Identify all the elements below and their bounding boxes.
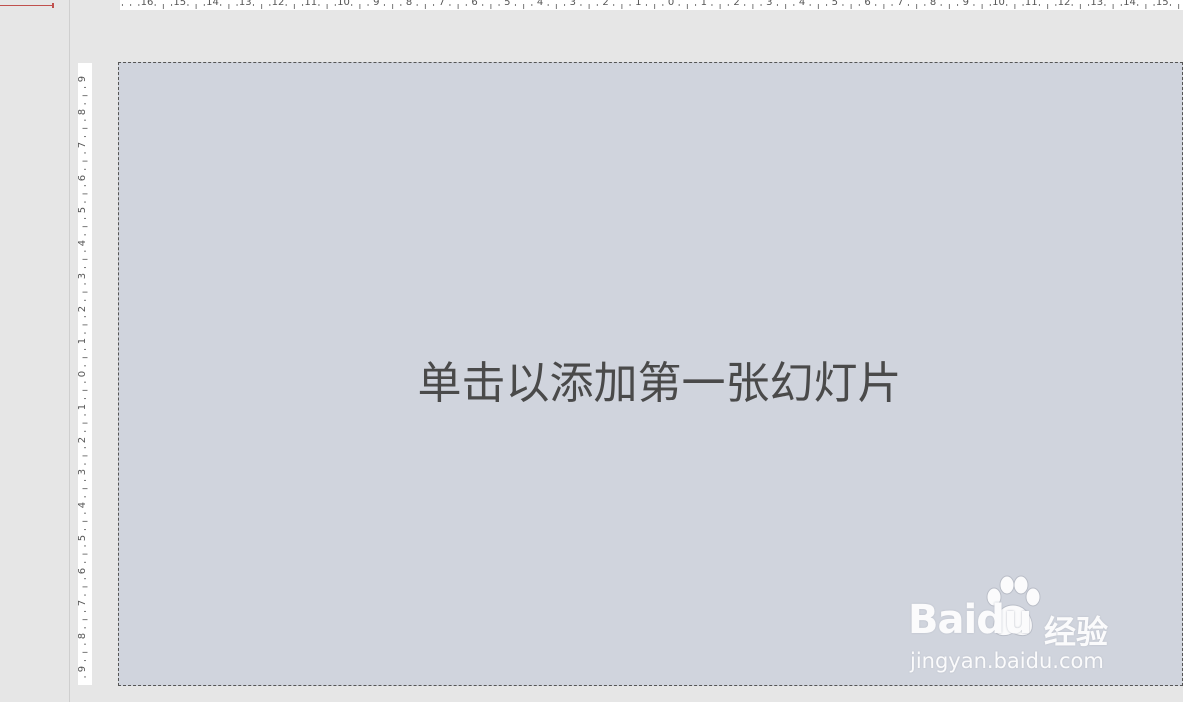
vertical-ruler-label: 8: [77, 108, 89, 116]
horizontal-ruler-label: 6: [471, 0, 478, 8]
horizontal-ruler-label: 14: [206, 0, 219, 8]
vertical-ruler-label: 5: [77, 207, 89, 214]
horizontal-ruler-label: 5: [831, 0, 838, 8]
horizontal-ruler-label: 12: [271, 0, 285, 8]
jingyan-text: 经验: [1044, 613, 1109, 651]
horizontal-ruler-label: 3: [569, 0, 576, 8]
horizontal-ruler-label: 3: [766, 0, 773, 8]
horizontal-ruler-label: 15: [1155, 0, 1169, 8]
horizontal-ruler-label: 2: [602, 0, 609, 8]
vertical-ruler-label: 6: [77, 174, 89, 181]
horizontal-ruler-label: 7: [438, 0, 445, 8]
horizontal-ruler-label: 14: [1123, 0, 1136, 8]
horizontal-ruler-label: 4: [536, 0, 544, 8]
horizontal-ruler-label: 5: [504, 0, 511, 8]
horizontal-ruler-label: 9: [962, 0, 969, 8]
slide-thumbnail-pane[interactable]: [0, 0, 70, 702]
horizontal-ruler-label: 10: [992, 0, 1005, 8]
vertical-ruler-label: 0: [77, 370, 89, 378]
vertical-ruler-label: 2: [77, 305, 89, 312]
vertical-ruler-label: 7: [77, 141, 89, 148]
horizontal-ruler-label: 13: [238, 0, 252, 8]
horizontal-ruler-label: 11: [1024, 0, 1038, 8]
baidu-logo-text: Baidu: [908, 597, 1032, 643]
vertical-ruler-label: 1: [77, 338, 89, 345]
vertical-ruler-label: 9: [77, 76, 89, 83]
vertical-ruler-label: 1: [77, 403, 89, 410]
insertion-marker: [0, 3, 54, 8]
horizontal-ruler-label: 2: [733, 0, 740, 8]
horizontal-ruler-label: 1: [635, 0, 642, 8]
horizontal-ruler-label: 8: [405, 0, 413, 8]
horizontal-ruler-label: 11: [304, 0, 318, 8]
vertical-ruler-label: 4: [77, 501, 89, 509]
vertical-ruler-label: 2: [77, 436, 89, 443]
horizontal-ruler-label: 6: [864, 0, 871, 8]
horizontal-ruler-label: 0: [667, 0, 675, 8]
watermark-url: jingyan.baidu.com: [910, 649, 1104, 673]
powerpoint-workspace: 16 15 14 13 12 11 10 9 8 7 6 5 4 3 2 1 0 1 2 3 4 5 6 7 8 9 10 11 12 1…: [0, 0, 1183, 702]
horizontal-ruler-label: 8: [929, 0, 937, 8]
horizontal-ruler-label: 9: [373, 0, 380, 8]
horizontal-ruler-label: 13: [1090, 0, 1104, 8]
vertical-ruler[interactable]: 9 8 7 6 5 4 3 2 1 0 1 2 3 4 5 6 7 8 9: [77, 63, 92, 685]
horizontal-ruler-label: 10: [337, 0, 350, 8]
vertical-ruler-label: 5: [77, 534, 89, 541]
vertical-ruler-label: 6: [77, 567, 89, 574]
vertical-ruler-label: 9: [77, 665, 89, 672]
horizontal-ruler-label: 12: [1057, 0, 1071, 8]
add-first-slide-prompt: 单击以添加第一张幻灯片: [417, 358, 902, 409]
vertical-ruler-label: 4: [77, 239, 89, 247]
vertical-ruler-label: 3: [77, 469, 89, 476]
horizontal-ruler-label: 7: [897, 0, 904, 8]
horizontal-ruler-label: 15: [173, 0, 187, 8]
horizontal-ruler-label: 4: [798, 0, 806, 8]
vertical-ruler-label: 7: [77, 600, 89, 607]
horizontal-ruler-label: 16: [140, 0, 154, 8]
horizontal-ruler-label: 1: [700, 0, 707, 8]
baidu-jingyan-watermark: Baidu 经验 jingyan.baidu.com: [908, 575, 1123, 685]
horizontal-ruler[interactable]: 16 15 14 13 12 11 10 9 8 7 6 5 4 3 2 1 0 1 2 3 4 5 6 7 8 9 10 11 12 1…: [120, 0, 1183, 10]
vertical-ruler-label: 8: [77, 632, 89, 640]
vertical-ruler-label: 3: [77, 272, 89, 279]
